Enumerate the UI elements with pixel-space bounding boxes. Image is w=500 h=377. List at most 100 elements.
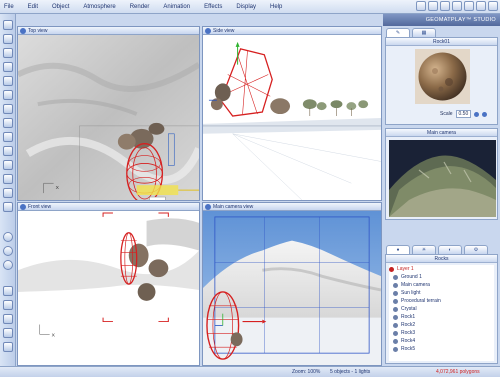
top-view-viewport[interactable]: Top view X: [17, 26, 200, 201]
menu-object[interactable]: Object: [52, 4, 69, 10]
side-view-title: Side view: [203, 27, 381, 35]
sphere-icon: ◐: [448, 247, 452, 253]
light-tool-icon[interactable]: [3, 188, 13, 198]
material-sphere-preview[interactable]: [415, 49, 470, 104]
side-view-viewport[interactable]: Side view: [202, 26, 382, 201]
settings-tab[interactable]: ⚙: [464, 245, 488, 254]
crystal-icon: [393, 306, 398, 312]
side-view-canvas[interactable]: [203, 35, 381, 200]
window-controls: [416, 1, 498, 11]
camera-tool-icon[interactable]: [3, 202, 13, 212]
material-title: Rock01: [386, 38, 497, 46]
viewport-menu-icon[interactable]: [205, 204, 211, 210]
lights-tab[interactable]: ☀: [412, 245, 436, 254]
menu-effects[interactable]: Effects: [204, 4, 222, 10]
objects-status: 5 objects - 1 lights: [330, 369, 371, 375]
layer-row[interactable]: Rock1: [389, 313, 494, 321]
viewport-menu-icon[interactable]: [205, 28, 211, 34]
layer-row[interactable]: Rock3: [389, 329, 494, 337]
menu-atmosphere[interactable]: Atmosphere: [83, 4, 115, 10]
rock-icon: [393, 314, 398, 320]
ungroup-tool-icon[interactable]: [3, 328, 13, 338]
texture-tab[interactable]: ▦: [412, 28, 436, 37]
menu-edit[interactable]: Edit: [28, 4, 38, 10]
pencil-icon: ✎: [395, 30, 401, 36]
menu-help[interactable]: Help: [270, 4, 282, 10]
scale-edit-icon[interactable]: [482, 111, 488, 117]
move-tool-icon[interactable]: [3, 34, 13, 44]
delete-tool-icon[interactable]: [3, 342, 13, 352]
quick-btn-2[interactable]: [428, 1, 438, 11]
objects-icon: ●: [396, 247, 400, 253]
main-camera-title: Main camera view: [203, 203, 381, 211]
layer-row[interactable]: Sun light: [389, 289, 494, 297]
rock-icon: [393, 346, 398, 352]
rock-tool-icon[interactable]: [3, 104, 13, 114]
zoom-tool-icon[interactable]: [3, 260, 13, 270]
scale-tool-icon[interactable]: [3, 62, 13, 72]
scale-reset-icon[interactable]: [474, 111, 480, 117]
layer-row[interactable]: Layer 1: [389, 265, 494, 273]
layer-row[interactable]: Ground 1: [389, 273, 494, 281]
materials-tab[interactable]: ◐: [438, 245, 462, 254]
group-tool-icon[interactable]: [3, 314, 13, 324]
undo-tool-icon[interactable]: [3, 286, 13, 296]
menu-animation[interactable]: Animation: [163, 4, 190, 10]
rock-icon: [393, 330, 398, 336]
scale-value-field[interactable]: 0.50: [455, 110, 472, 118]
layer-row[interactable]: Procedural terrain: [389, 297, 494, 305]
rock-icon: [393, 338, 398, 344]
rock-icon: [393, 322, 398, 328]
terrain-tool-icon[interactable]: [3, 76, 13, 86]
camera-preview-panel: Main camera: [385, 128, 498, 220]
camera-preview-image[interactable]: [389, 140, 496, 217]
grid-icon: ▦: [421, 30, 427, 36]
scale-label: Scale: [440, 111, 453, 117]
cone-tool-icon[interactable]: [3, 160, 13, 170]
layer-row[interactable]: Main camera: [389, 281, 494, 289]
layer-icon: [389, 266, 394, 272]
front-view-canvas[interactable]: X: [18, 211, 199, 365]
redo-tool-icon[interactable]: [3, 300, 13, 310]
viewport-menu-icon[interactable]: [20, 28, 26, 34]
object-tabs: ● ☀ ◐ ⚙: [383, 245, 500, 254]
front-view-viewport[interactable]: Front view X: [17, 202, 200, 366]
camera-icon: [393, 282, 398, 288]
preview-tool-icon[interactable]: [3, 246, 13, 256]
material-panel: Rock01 Scale 0.50: [385, 37, 498, 125]
layer-row[interactable]: Rock2: [389, 321, 494, 329]
plant-tool-icon[interactable]: [3, 90, 13, 100]
menu-display[interactable]: Display: [236, 4, 256, 10]
sphere-tool-icon[interactable]: [3, 118, 13, 128]
quick-btn-3[interactable]: [440, 1, 450, 11]
scale-control: Scale 0.50: [440, 110, 497, 118]
gear-icon: ⚙: [473, 247, 479, 253]
select-tool-icon[interactable]: [3, 20, 13, 30]
quick-btn-6[interactable]: [476, 1, 486, 11]
quick-btn-1[interactable]: [416, 1, 426, 11]
main-camera-canvas[interactable]: [203, 211, 381, 365]
layer-row[interactable]: Rock5: [389, 345, 494, 353]
cube-tool-icon[interactable]: [3, 132, 13, 142]
main-camera-viewport[interactable]: Main camera view: [202, 202, 382, 366]
layers-list: Layer 1 Ground 1 Main camera Sun light P…: [389, 265, 494, 361]
plane-tool-icon[interactable]: [3, 174, 13, 184]
quick-btn-5[interactable]: [464, 1, 474, 11]
layer-row[interactable]: Crystal: [389, 305, 494, 313]
top-view-canvas[interactable]: X: [18, 35, 199, 200]
render-tool-icon[interactable]: [3, 232, 13, 242]
rotate-tool-icon[interactable]: [3, 48, 13, 58]
menu-file[interactable]: File: [4, 4, 14, 10]
layer-row[interactable]: Rock4: [389, 337, 494, 345]
terrain-icon: [393, 298, 398, 304]
material-tab[interactable]: ✎: [386, 28, 410, 37]
layers-panel: Rocks Layer 1 Ground 1 Main camera Sun l…: [385, 254, 498, 364]
menu-render[interactable]: Render: [130, 4, 150, 10]
menu-bar: File Edit Object Atmosphere Render Anima…: [0, 0, 500, 14]
viewport-menu-icon[interactable]: [20, 204, 26, 210]
quick-btn-4[interactable]: [452, 1, 462, 11]
objects-tab[interactable]: ●: [386, 245, 410, 254]
quick-btn-7[interactable]: [488, 1, 498, 11]
cylinder-tool-icon[interactable]: [3, 146, 13, 156]
left-toolbar: [0, 14, 16, 366]
